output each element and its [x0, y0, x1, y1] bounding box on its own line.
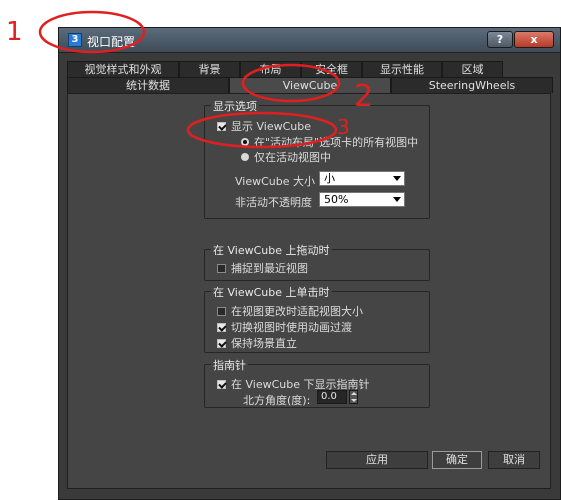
annotation-number-1: 1: [6, 17, 23, 47]
show-compass-checkbox[interactable]: [217, 379, 226, 389]
radio-all-views-label: 在"活动布局"选项卡的所有视图中: [254, 136, 419, 149]
opacity-dropdown[interactable]: 50%: [319, 192, 405, 207]
radio-all-views[interactable]: [241, 138, 249, 146]
fit-view-checkbox[interactable]: [217, 306, 226, 316]
tab-regions[interactable]: 区域: [442, 61, 503, 77]
click-group: 在 ViewCube 上单击时 在视图更改时适配视图大小 切换视图时使用动画过渡…: [204, 284, 430, 353]
group-title: 在 ViewCube 上单击时: [211, 284, 332, 300]
snap-label: 捕捉到最近视图: [231, 262, 308, 275]
radio-active-view-row[interactable]: 仅在活动视图中: [241, 149, 331, 165]
animate-row[interactable]: 切换视图时使用动画过渡: [217, 319, 352, 335]
tab-row-1: 视觉样式和外观 背景 布局 安全框 显示性能 区域: [67, 61, 503, 77]
fit-view-label: 在视图更改时适配视图大小: [231, 305, 363, 318]
show-viewcube-label: 显示 ViewCube: [231, 120, 312, 133]
size-value: 小: [324, 172, 335, 185]
radio-active-view[interactable]: [241, 153, 249, 161]
show-viewcube-checkbox[interactable]: [217, 121, 226, 131]
drag-group: 在 ViewCube 上拖动时 捕捉到最近视图: [204, 242, 430, 281]
upright-checkbox[interactable]: [217, 338, 226, 348]
animate-checkbox[interactable]: [217, 322, 226, 332]
app-icon: 3: [68, 33, 82, 47]
north-angle-label: 北方角度(度):: [243, 394, 311, 407]
cancel-button[interactable]: 取消: [488, 451, 540, 469]
help-button[interactable]: ?: [487, 31, 513, 48]
chevron-down-icon: [393, 176, 401, 181]
size-label: ViewCube 大小: [235, 175, 316, 188]
tab-steeringwheels[interactable]: SteeringWheels: [391, 77, 553, 93]
radio-all-views-row[interactable]: 在"活动布局"选项卡的所有视图中: [241, 134, 418, 150]
animate-label: 切换视图时使用动画过渡: [231, 321, 352, 334]
radio-active-view-label: 仅在活动视图中: [254, 151, 331, 164]
close-button[interactable]: x: [514, 31, 554, 48]
upright-label: 保持场景直立: [231, 337, 297, 350]
north-angle-spinner[interactable]: [349, 390, 358, 404]
tab-safe-frame[interactable]: 安全框: [301, 61, 362, 77]
tab-layout[interactable]: 布局: [240, 61, 301, 77]
viewport-config-dialog: 3 视口配置 ? x 视觉样式和外观 背景 布局 安全框 显示性能 区域 统计数…: [58, 27, 561, 500]
upright-row[interactable]: 保持场景直立: [217, 335, 297, 351]
group-title: 指南针: [211, 357, 248, 373]
group-title: 显示选项: [211, 98, 259, 114]
tab-display-performance[interactable]: 显示性能: [362, 61, 442, 77]
tab-background[interactable]: 背景: [179, 61, 240, 77]
apply-button[interactable]: 应用: [326, 451, 428, 469]
chevron-down-icon: [393, 197, 401, 202]
display-options-group: 显示选项 显示 ViewCube 在"活动布局"选项卡的所有视图中 仅在活动视图…: [204, 98, 430, 219]
group-title: 在 ViewCube 上拖动时: [211, 242, 332, 258]
ok-button[interactable]: 确定: [432, 451, 482, 469]
viewcube-panel: 显示选项 显示 ViewCube 在"活动布局"选项卡的所有视图中 仅在活动视图…: [67, 93, 551, 489]
tab-visual-style[interactable]: 视觉样式和外观: [67, 61, 179, 77]
compass-group: 指南针 在 ViewCube 下显示指南针 北方角度(度): 0.0: [204, 357, 430, 408]
tab-viewcube[interactable]: ViewCube: [229, 77, 391, 93]
show-viewcube-row[interactable]: 显示 ViewCube: [217, 118, 311, 134]
fit-view-row[interactable]: 在视图更改时适配视图大小: [217, 303, 363, 319]
snap-row[interactable]: 捕捉到最近视图: [217, 260, 308, 276]
tab-row-2: 统计数据 ViewCube SteeringWheels: [67, 77, 553, 93]
north-angle-input[interactable]: 0.0: [317, 390, 347, 404]
size-dropdown[interactable]: 小: [319, 171, 405, 186]
opacity-value: 50%: [324, 193, 349, 206]
opacity-label: 非活动不透明度: [235, 196, 312, 209]
snap-checkbox[interactable]: [217, 263, 226, 273]
tab-statistics[interactable]: 统计数据: [67, 77, 229, 93]
window-title: 视口配置: [87, 35, 136, 49]
title-bar[interactable]: 3 视口配置 ? x: [59, 28, 560, 53]
